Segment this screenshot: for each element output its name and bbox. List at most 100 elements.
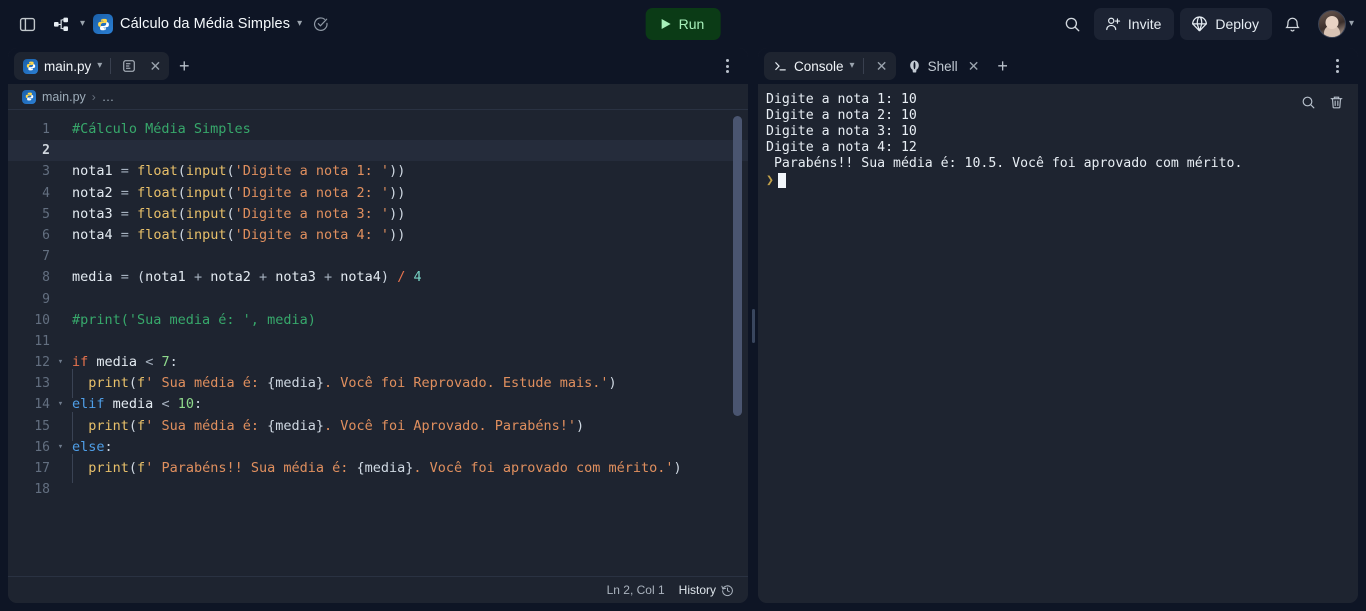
code-text: print(f' Sua média é: {media}. Você foi … — [69, 369, 617, 399]
chevron-down-icon[interactable]: ▾ — [1349, 19, 1354, 29]
account-menu[interactable]: ▾ — [1317, 10, 1354, 38]
code-token: = — [112, 269, 138, 286]
splitter-grip[interactable] — [751, 308, 755, 343]
breadcrumb-file[interactable]: main.py — [42, 90, 86, 104]
console-input-row[interactable]: ❯ — [766, 173, 1348, 189]
bell-icon[interactable] — [1278, 9, 1308, 39]
chevron-down-icon[interactable]: ▾ — [97, 61, 102, 71]
code-token: f — [137, 417, 146, 434]
code-line[interactable]: 1 #Cálculo Média Simples — [8, 119, 748, 140]
close-icon[interactable]: ✕ — [872, 56, 892, 76]
search-icon[interactable] — [1296, 90, 1320, 114]
close-icon[interactable]: ✕ — [964, 56, 984, 76]
breadcrumb-tail[interactable]: … — [102, 90, 115, 104]
console-output-area[interactable]: Digite a nota 1: 10 Digite a nota 2: 10 … — [758, 84, 1358, 603]
code-line[interactable]: 16 ▾ else: — [8, 437, 748, 458]
chevron-down-icon[interactable]: ▾ — [80, 19, 85, 29]
code-line[interactable]: 10 #print('Sua media é: ', media) — [8, 310, 748, 331]
circle-check-icon[interactable] — [306, 9, 336, 39]
panel-left-icon[interactable] — [12, 9, 42, 39]
code-line[interactable]: 8 media = (nota1 + nota2 + nota3 + nota4)… — [8, 267, 748, 288]
code-line[interactable]: 3 nota1 = float(input('Digite a nota 1: '… — [8, 161, 748, 182]
trash-icon[interactable] — [1324, 90, 1348, 114]
deploy-label: Deploy — [1215, 16, 1259, 32]
code-line[interactable]: 18 — [8, 479, 748, 500]
code-text: media = (nota1 + nota2 + nota3 + nota4) … — [69, 267, 422, 288]
tab-console[interactable]: Console ▾ ✕ — [764, 52, 896, 80]
tab-divider — [110, 58, 112, 74]
chevron-down-icon[interactable]: ▾ — [297, 19, 302, 29]
code-line[interactable]: 5 nota3 = float(input('Digite a nota 3: '… — [8, 204, 748, 225]
code-line[interactable]: 17 print(f' Parabéns!! Sua média é: {med… — [8, 453, 748, 484]
code-line[interactable]: 15 print(f' Sua média é: {media}. Você f… — [8, 411, 748, 442]
search-icon[interactable] — [1058, 9, 1088, 39]
project-title: Cálculo da Média Simples — [120, 16, 291, 32]
line-number: 13 — [34, 376, 50, 392]
chevron-down-icon[interactable]: ▾ — [850, 61, 855, 71]
line-number: 16 — [34, 439, 50, 455]
history-button[interactable]: History — [679, 583, 734, 597]
deploy-button[interactable]: Deploy — [1180, 8, 1272, 40]
pane-splitter[interactable] — [748, 48, 758, 603]
code-token: media — [112, 396, 154, 413]
code-line[interactable]: 7 — [8, 246, 748, 267]
project-selector[interactable]: Cálculo da Média Simples ▾ — [93, 14, 302, 34]
code-line[interactable]: 9 — [8, 289, 748, 310]
code-token: nota3 — [72, 205, 113, 222]
code-token: = — [120, 184, 129, 201]
line-number: 8 — [42, 270, 50, 286]
code-token: ( — [128, 375, 138, 392]
fold-chevron-icon[interactable]: ▾ — [52, 437, 69, 458]
indent-guide — [72, 411, 88, 442]
code-line[interactable]: 12 ▾ if media < 7: — [8, 352, 748, 373]
invite-button[interactable]: Invite — [1093, 8, 1175, 40]
prompt-symbol: ❯ — [766, 173, 774, 189]
code-token: : — [169, 354, 178, 371]
python-logo-icon — [23, 58, 38, 74]
line-number: 9 — [42, 291, 50, 307]
code-token: ) — [575, 417, 585, 434]
new-tab-button[interactable]: + — [171, 53, 197, 79]
line-number: 14 — [34, 397, 50, 413]
console-more-options-icon[interactable] — [1324, 53, 1350, 79]
code-editor[interactable]: 1 #Cálculo Média Simples 2 3 nota1 = float(i… — [8, 110, 748, 576]
code-token: ( — [177, 226, 186, 243]
run-button[interactable]: Run — [645, 8, 721, 40]
code-token: nota2 — [210, 269, 251, 286]
code-token: elif — [72, 396, 105, 413]
editor-more-options-icon[interactable] — [714, 53, 740, 79]
code-token: 'Digite a nota 2: ' — [234, 184, 390, 201]
close-icon[interactable]: ✕ — [145, 56, 165, 76]
header-left-group: ▾ Cálculo da Média Simples ▾ — [12, 9, 336, 39]
code-line[interactable]: 2 — [8, 140, 748, 162]
code-lines[interactable]: 1 #Cálculo Média Simples 2 3 nota1 = float(i… — [8, 110, 748, 576]
fold-chevron-icon[interactable]: ▾ — [52, 352, 69, 373]
code-text: if media < 7: — [69, 352, 178, 373]
code-token: . Você foi Reprovado. Estude mais.' — [324, 375, 609, 392]
git-branch-icon[interactable] — [46, 9, 76, 39]
code-token: 'Digite a nota 4: ' — [234, 226, 390, 243]
code-line[interactable]: 13 print(f' Sua média é: {media}. Você f… — [8, 369, 748, 399]
invite-label: Invite — [1127, 16, 1162, 32]
line-number: 10 — [34, 312, 50, 328]
code-line[interactable]: 14 ▾ elif media < 10: — [8, 394, 748, 415]
code-token: 4 — [413, 269, 422, 286]
code-line[interactable]: 4 nota2 = float(input('Digite a nota 2: '… — [8, 183, 748, 204]
code-line[interactable]: 6 nota4 = float(input('Digite a nota 4: '… — [8, 225, 748, 246]
new-console-tab-button[interactable]: + — [990, 53, 1016, 79]
breadcrumb: main.py › … — [8, 84, 748, 110]
document-pane-icon[interactable] — [119, 56, 139, 76]
indent-guide — [72, 369, 88, 399]
code-token: ( — [226, 226, 235, 243]
tab-shell[interactable]: Shell ✕ — [898, 52, 988, 80]
code-line[interactable]: 11 — [8, 331, 748, 352]
avatar[interactable] — [1317, 10, 1346, 38]
editor-vertical-scrollbar[interactable] — [733, 116, 742, 416]
tab-main-py[interactable]: main.py ▾ ✕ — [14, 52, 170, 80]
code-token: 10 — [177, 396, 194, 413]
fold-chevron-icon[interactable]: ▾ — [52, 394, 69, 415]
